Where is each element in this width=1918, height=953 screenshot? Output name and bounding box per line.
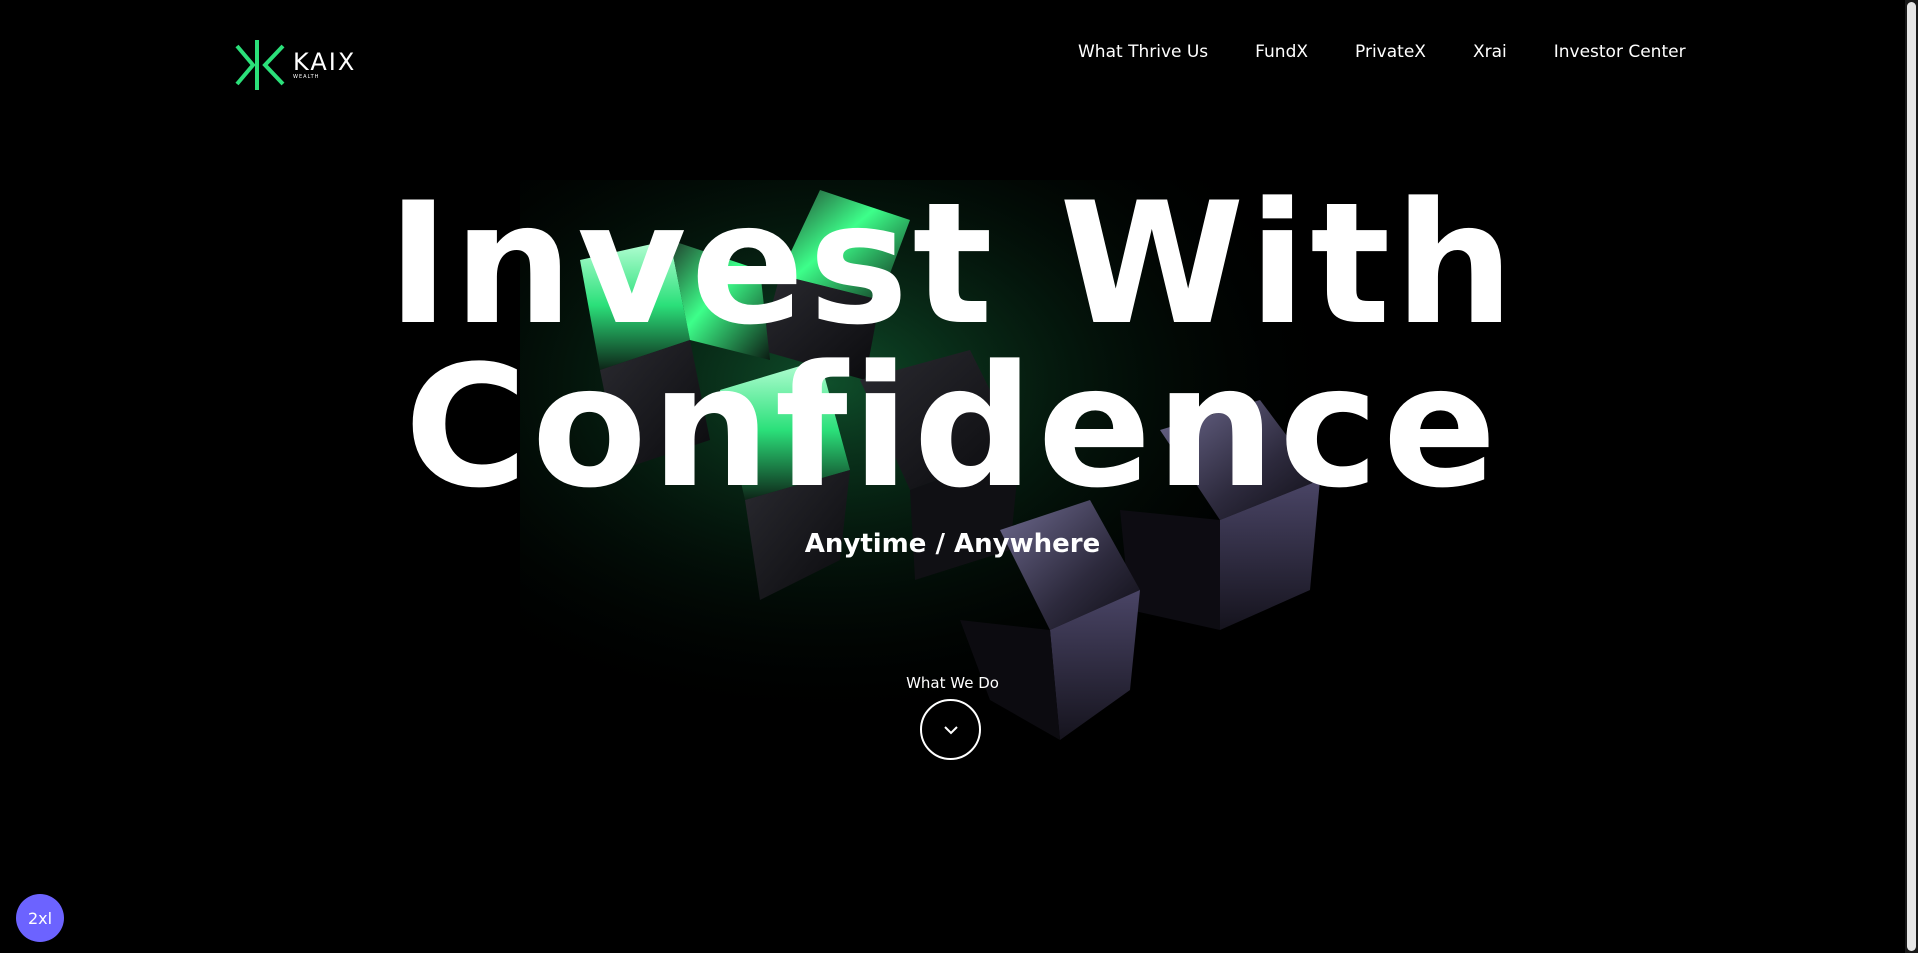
breakpoint-badge: 2xl xyxy=(16,894,64,942)
scroll-down-button[interactable] xyxy=(920,699,981,760)
brand-name: KAIX xyxy=(293,48,357,76)
hero-title-line-2: Confidence xyxy=(404,329,1501,525)
hero-title-line-1: Invest With xyxy=(386,166,1519,362)
main-nav: What Thrive Us FundX PrivateX Xrai Inves… xyxy=(1078,38,1686,66)
brand-logo[interactable]: KAIX WEALTH xyxy=(235,38,367,92)
brand-subtitle: WEALTH xyxy=(293,74,320,80)
nav-item-xrai[interactable]: Xrai xyxy=(1473,42,1507,62)
hero-tagline: Anytime / Anywhere xyxy=(804,529,1101,559)
scroll-label: What We Do xyxy=(906,674,999,692)
chevron-down-icon xyxy=(943,725,958,734)
kaix-logo-mark-icon xyxy=(235,40,285,90)
page: KAIX WEALTH What Thrive Us FundX Private… xyxy=(0,0,1918,953)
nav-item-what-thrive-us[interactable]: What Thrive Us xyxy=(1078,42,1208,62)
nav-item-privatex[interactable]: PrivateX xyxy=(1355,42,1426,62)
nav-item-investor-center[interactable]: Investor Center xyxy=(1554,42,1686,62)
scrollbar-thumb[interactable] xyxy=(1907,2,1916,951)
scrollbar[interactable] xyxy=(1905,0,1918,953)
nav-item-fundx[interactable]: FundX xyxy=(1255,42,1308,62)
brand-wordmark: KAIX WEALTH xyxy=(293,50,356,80)
